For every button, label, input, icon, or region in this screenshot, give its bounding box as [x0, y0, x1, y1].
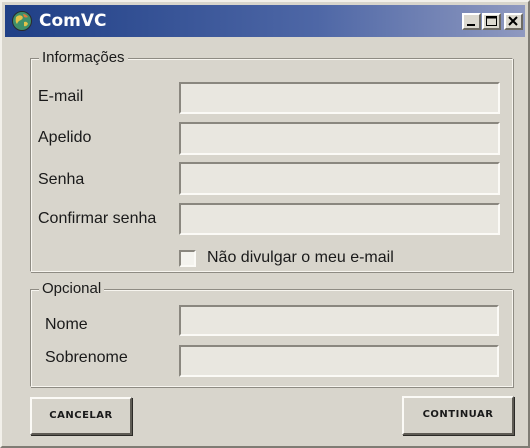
maximize-icon [486, 16, 497, 26]
globe-icon[interactable] [11, 10, 33, 32]
hide-email-checkbox[interactable] [179, 250, 196, 267]
confirm-password-label: Confirmar senha [38, 210, 157, 227]
comvc-window: ComVC Informações E-mail Apelido Senha C… [0, 0, 530, 448]
name-field[interactable] [179, 305, 499, 336]
minimize-button[interactable] [462, 13, 481, 30]
nickname-label: Apelido [38, 129, 92, 146]
password-field[interactable] [179, 162, 500, 195]
minimize-icon [467, 24, 475, 26]
name-label: Nome [45, 316, 88, 333]
maximize-button[interactable] [482, 13, 501, 30]
email-label: E-mail [38, 88, 84, 105]
title-bar[interactable]: ComVC [5, 5, 525, 37]
optional-group-legend: Opcional [39, 279, 105, 299]
surname-field[interactable] [179, 345, 499, 377]
continue-button[interactable]: CONTINUAR [402, 396, 514, 435]
cancel-button[interactable]: CANCELAR [30, 397, 132, 435]
email-field[interactable] [179, 82, 500, 114]
password-label: Senha [38, 171, 85, 188]
info-group-legend: Informações [39, 48, 128, 68]
confirm-password-field[interactable] [179, 203, 500, 235]
hide-email-label[interactable]: Não divulgar o meu e-mail [207, 248, 394, 268]
surname-label: Sobrenome [45, 349, 128, 366]
nickname-field[interactable] [179, 122, 500, 155]
close-button[interactable] [504, 13, 523, 30]
close-icon [508, 16, 518, 26]
window-title: ComVC [39, 11, 107, 31]
